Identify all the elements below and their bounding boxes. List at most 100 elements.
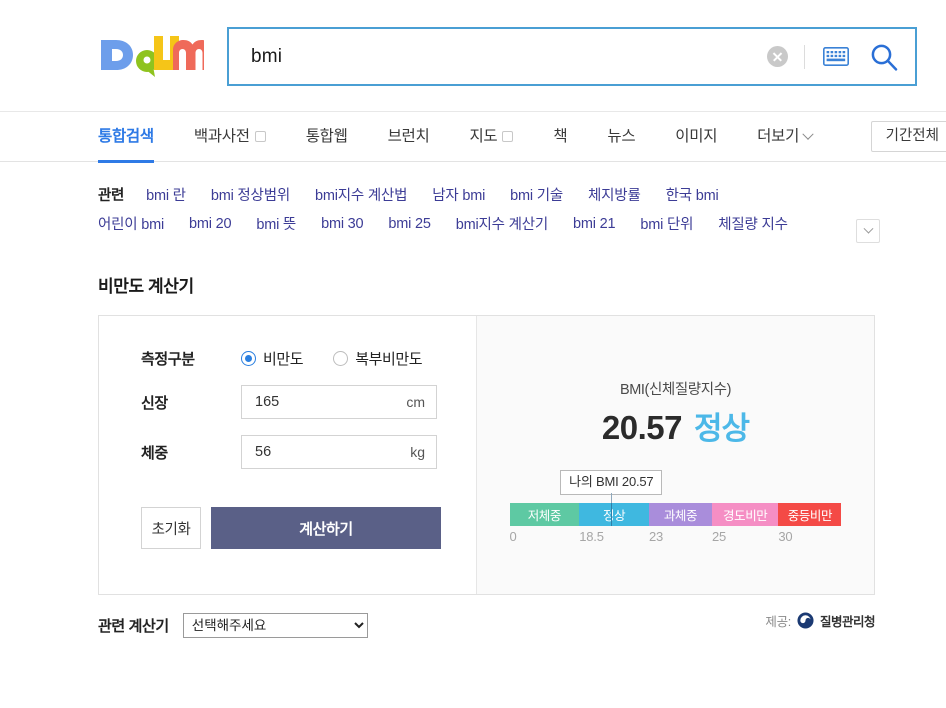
related-keyword[interactable]: bmi 기술 xyxy=(510,184,563,205)
bmi-calculator: 측정구분 비만도 복부비만도 신장 cm xyxy=(98,315,875,595)
bmi-marker-tooltip: 나의 BMI 20.57 xyxy=(560,470,663,496)
provider-attribution: 제공: 질병관리청 xyxy=(765,611,876,630)
tab-뉴스[interactable]: 뉴스 xyxy=(607,112,635,162)
related-keyword[interactable]: bmi 란 xyxy=(146,184,186,205)
chevron-down-icon xyxy=(802,128,814,140)
bmi-segment-bar: 저체중 정상 과체중 경도비만 중등비만 xyxy=(509,503,842,526)
bmi-segment-정상: 정상 xyxy=(579,503,649,526)
height-field[interactable]: cm xyxy=(241,385,437,419)
related-keyword[interactable]: 어린이 bmi xyxy=(98,213,164,234)
bmi-segment-경도비만: 경도비만 xyxy=(712,503,779,526)
calculator-footer: 관련 계산기 선택해주세요 제공: 질병관리청 xyxy=(98,609,876,641)
bmi-marker-line xyxy=(611,503,613,526)
search-icon xyxy=(871,44,898,71)
height-input[interactable] xyxy=(253,393,401,411)
weight-input[interactable] xyxy=(253,443,405,461)
reset-button[interactable]: 초기화 xyxy=(141,507,201,549)
related-expand-button[interactable] xyxy=(856,219,880,243)
related-keyword[interactable]: bmi 30 xyxy=(321,216,364,232)
period-filter-button[interactable]: 기간전체 xyxy=(870,121,946,152)
tab-label: 책 xyxy=(553,127,568,145)
bmi-segment-과체중: 과체중 xyxy=(648,503,713,526)
search-input[interactable] xyxy=(249,44,767,69)
related-keyword[interactable]: bmi 21 xyxy=(573,216,616,232)
daum-logo-icon xyxy=(101,36,212,77)
related-keyword[interactable]: 체지방률 xyxy=(588,184,641,205)
radio-label: 복부비만도 xyxy=(355,351,423,368)
search-submit-button[interactable] xyxy=(869,42,899,72)
tab-통합검색[interactable]: 통합검색 xyxy=(98,112,154,163)
bmi-scale: 나의 BMI 20.57 저체중 정상 과체중 경도비만 중등비만 0 18.5 23 25 3… xyxy=(509,470,842,551)
bmi-tick-0: 0 xyxy=(509,529,517,544)
calculator-form: 측정구분 비만도 복부비만도 신장 cm xyxy=(99,316,476,594)
tab-label: 더보기 xyxy=(757,127,800,145)
bmi-tick-30: 30 xyxy=(778,529,793,544)
related-calculator-select[interactable]: 선택해주세요 xyxy=(182,612,368,638)
bmi-tick-23: 23 xyxy=(648,529,663,544)
calculator-buttons: 초기화 계산하기 xyxy=(99,507,476,549)
tab-지도[interactable]: 지도 xyxy=(469,112,514,162)
height-row: 신장 cm xyxy=(99,385,476,419)
bmi-value: 20.57 xyxy=(601,409,683,446)
related-keyword[interactable]: bmi 20 xyxy=(189,216,232,232)
bmi-result-panel: BMI(신체질량지수) 20.57 정상 나의 BMI 20.57 저체중 정상 과… xyxy=(476,316,874,594)
related-row-1: 관련 bmi 란 bmi 정상범위 bmi지수 계산법 남자 bmi bmi 기… xyxy=(98,184,946,205)
related-keyword[interactable]: 체질량 지수 xyxy=(718,213,788,234)
site-header xyxy=(0,0,946,112)
weight-field[interactable]: kg xyxy=(241,435,437,469)
map-box-icon xyxy=(502,131,514,142)
radio-icon xyxy=(333,351,349,366)
related-label: 관련 xyxy=(98,188,125,204)
bmi-segment-중등비만: 중등비만 xyxy=(778,503,842,526)
weight-label: 체중 xyxy=(141,444,168,462)
related-keyword[interactable]: 한국 bmi xyxy=(666,184,719,205)
calculate-button[interactable]: 계산하기 xyxy=(211,507,441,549)
tab-label: 지도 xyxy=(469,127,498,145)
radio-icon-selected xyxy=(241,351,256,366)
tab-label: 이미지 xyxy=(675,127,718,145)
tab-백과사전[interactable]: 백과사전 xyxy=(194,112,266,162)
tab-책[interactable]: 책 xyxy=(553,112,567,162)
search-box[interactable] xyxy=(227,27,917,86)
related-keyword[interactable]: bmi지수 계산법 xyxy=(315,184,407,205)
calculator-title: 비만도 계산기 xyxy=(98,277,194,296)
mode-radio-group: 비만도 복부비만도 xyxy=(241,348,423,369)
related-keyword[interactable]: 남자 bmi xyxy=(432,184,485,205)
dictionary-box-icon xyxy=(254,131,266,142)
provider-name: 질병관리청 xyxy=(819,615,876,629)
search-results-page: 통합검색 백과사전 통합웹 브런치 지도 책 뉴스 이미지 더보기 기간전체 xyxy=(0,0,946,708)
mode-row: 측정구분 비만도 복부비만도 xyxy=(99,348,476,369)
mode-label: 측정구분 xyxy=(141,351,195,368)
tab-label: 백과사전 xyxy=(193,127,250,145)
tab-label: 뉴스 xyxy=(607,127,636,145)
radio-option-bmi[interactable]: 비만도 xyxy=(241,348,304,369)
weight-unit: kg xyxy=(410,444,425,460)
tab-브런치[interactable]: 브런치 xyxy=(388,112,430,162)
search-divider xyxy=(804,44,805,69)
tab-통합웹[interactable]: 통합웹 xyxy=(306,112,348,162)
weight-row: 체중 kg xyxy=(99,435,476,469)
height-label: 신장 xyxy=(141,394,168,412)
bmi-segment-저체중: 저체중 xyxy=(509,503,580,526)
keyboard-icon[interactable] xyxy=(823,47,849,66)
tab-label: 통합웹 xyxy=(305,127,348,145)
related-keyword[interactable]: bmi 정상범위 xyxy=(211,184,290,205)
tab-label: 브런치 xyxy=(387,127,430,145)
radio-option-abdominal[interactable]: 복부비만도 xyxy=(333,348,423,369)
related-keyword[interactable]: bmi 뜻 xyxy=(256,213,296,234)
tab-더보기[interactable]: 더보기 xyxy=(757,112,814,162)
bmi-tick-25: 25 xyxy=(712,529,727,544)
bmi-readout: 20.57 정상 xyxy=(601,403,750,448)
bmi-caption: BMI(신체질량지수) xyxy=(619,382,732,398)
related-keyword[interactable]: bmi 25 xyxy=(388,216,431,232)
provider-prefix: 제공: xyxy=(765,615,791,629)
height-unit: cm xyxy=(406,394,425,410)
daum-logo[interactable] xyxy=(98,32,212,78)
tab-이미지[interactable]: 이미지 xyxy=(675,112,717,162)
search-tabs: 통합검색 백과사전 통합웹 브런치 지도 책 뉴스 이미지 더보기 기간전체 xyxy=(0,112,946,163)
chevron-down-icon xyxy=(863,223,873,234)
related-row-2: 어린이 bmi bmi 20 bmi 뜻 bmi 30 bmi 25 bmi지수… xyxy=(98,213,946,234)
related-keyword[interactable]: bmi지수 계산기 xyxy=(456,213,548,234)
related-keyword[interactable]: bmi 단위 xyxy=(640,213,693,234)
clear-search-icon[interactable] xyxy=(767,46,788,67)
